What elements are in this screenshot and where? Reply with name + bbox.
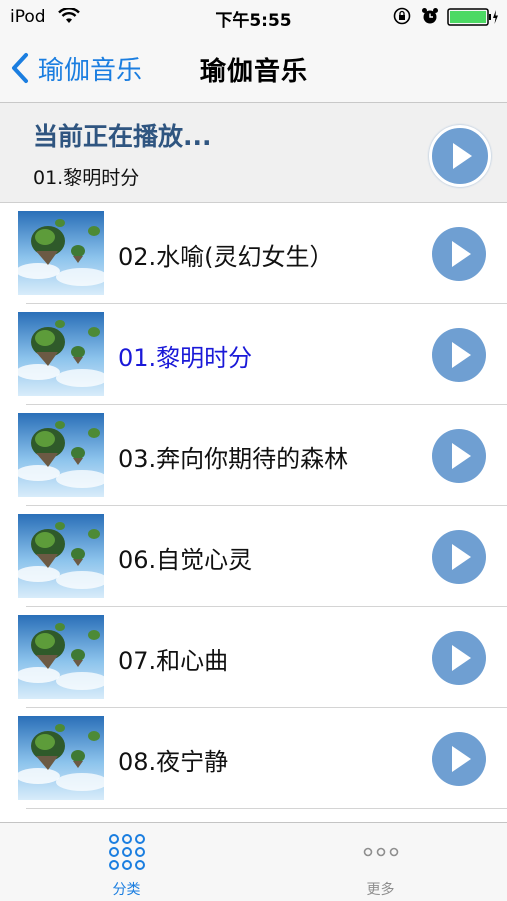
back-chevron-icon xyxy=(12,53,28,83)
song-play-button[interactable] xyxy=(432,328,486,382)
album-thumbnail xyxy=(18,716,104,800)
song-row[interactable]: 08.夜宁静 xyxy=(0,708,507,809)
song-play-button[interactable] xyxy=(432,227,486,281)
tab-more[interactable]: 更多 xyxy=(254,823,507,901)
album-thumbnail xyxy=(18,615,104,699)
now-playing-play-button[interactable] xyxy=(429,125,491,187)
album-thumbnail xyxy=(18,413,104,497)
play-icon xyxy=(452,241,471,267)
now-playing-track: 01.黎明时分 xyxy=(33,167,140,189)
battery-icon xyxy=(447,8,498,26)
play-icon xyxy=(452,645,471,671)
album-thumbnail xyxy=(18,211,104,295)
song-title: 07.和心曲 xyxy=(118,647,229,675)
back-button-label: 瑜伽音乐 xyxy=(38,55,143,86)
song-row[interactable]: 06.自觉心灵 xyxy=(0,506,507,607)
album-thumbnail xyxy=(18,514,104,598)
album-thumbnail xyxy=(18,312,104,396)
play-icon xyxy=(452,544,471,570)
song-row[interactable]: 03.奔向你期待的森林 xyxy=(0,405,507,506)
status-bar: iPod 下午5:55 xyxy=(0,0,507,34)
song-title: 06.自觉心灵 xyxy=(118,546,253,574)
song-title: 01.黎明时分 xyxy=(118,344,253,372)
song-title: 03.奔向你期待的森林 xyxy=(118,445,349,473)
song-play-button[interactable] xyxy=(432,631,486,685)
tab-categories[interactable]: 分类 xyxy=(0,823,253,901)
back-button[interactable]: 瑜伽音乐 xyxy=(10,48,142,88)
tab-more-label: 更多 xyxy=(366,882,395,898)
play-icon xyxy=(452,342,471,368)
alarm-icon xyxy=(422,8,438,24)
song-title: 02.水喻(灵幻女生） xyxy=(118,243,334,271)
page-title: 瑜伽音乐 xyxy=(200,57,309,87)
song-play-button[interactable] xyxy=(432,732,486,786)
more-dots-icon xyxy=(363,847,399,857)
play-icon xyxy=(453,143,472,169)
tab-bar: 分类 更多 xyxy=(0,822,507,901)
song-row[interactable]: 07.和心曲 xyxy=(0,607,507,708)
song-play-button[interactable] xyxy=(432,530,486,584)
song-list: 02.水喻(灵幻女生） 01.黎明时分 03.奔向你期待的森林 06.自觉心灵 07.和… xyxy=(0,203,507,809)
now-playing-panel: 当前正在播放... 01.黎明时分 xyxy=(0,103,507,203)
grid-dots-icon xyxy=(109,834,145,870)
now-playing-heading: 当前正在播放... xyxy=(33,122,212,151)
song-play-button[interactable] xyxy=(432,429,486,483)
song-row[interactable]: 02.水喻(灵幻女生） xyxy=(0,203,507,304)
play-icon xyxy=(452,443,471,469)
rotation-lock-icon xyxy=(393,7,411,25)
song-title: 08.夜宁静 xyxy=(118,748,229,776)
navigation-bar: 瑜伽音乐 瑜伽音乐 xyxy=(0,34,507,103)
song-row[interactable]: 01.黎明时分 xyxy=(0,304,507,405)
play-icon xyxy=(452,746,471,772)
tab-categories-label: 分类 xyxy=(112,882,141,898)
